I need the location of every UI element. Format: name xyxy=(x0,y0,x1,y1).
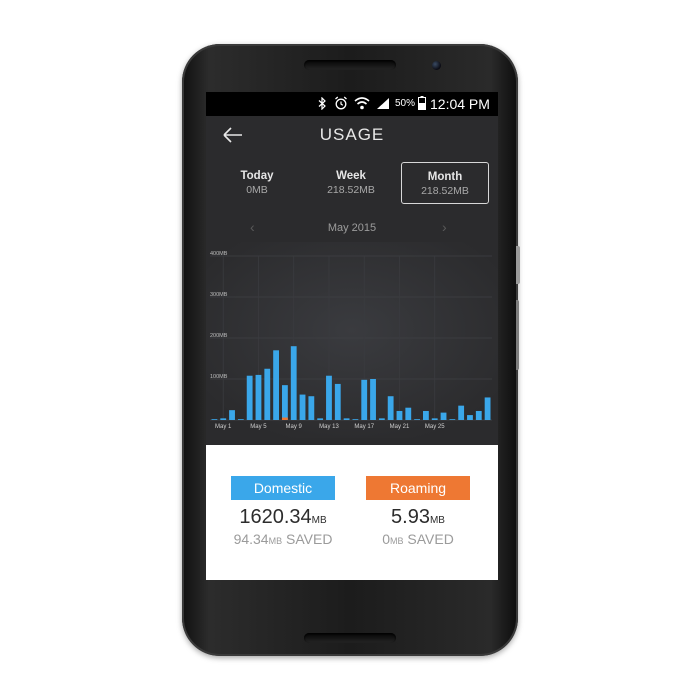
bluetooth-icon xyxy=(318,97,326,110)
tab-value: 218.52MB xyxy=(421,185,469,197)
y-tick-label: 100MB xyxy=(210,374,228,380)
usage-bar xyxy=(475,410,482,420)
tab-label: Today xyxy=(240,170,274,182)
clock: 12:04 PM xyxy=(430,96,490,112)
period-navigator: ‹ May 2015 › xyxy=(206,218,498,238)
x-tick-label: May 5 xyxy=(250,424,267,430)
y-tick-label: 300MB xyxy=(210,292,228,298)
front-camera xyxy=(432,61,441,70)
tab-month[interactable]: Month 218.52MB xyxy=(401,162,489,204)
tab-value: 218.52MB xyxy=(327,184,375,196)
usage-bar xyxy=(449,419,456,420)
usage-bar xyxy=(396,410,403,420)
usage-bar xyxy=(458,405,465,420)
roaming-saved-suffix: SAVED xyxy=(407,531,454,547)
battery-percent: 50% xyxy=(395,98,416,109)
domestic-badge: Domestic xyxy=(231,476,335,500)
period-tabs: Today 0MB Week 218.52MB Month 218.52MB xyxy=(206,160,498,208)
usage-bar xyxy=(326,375,332,420)
tab-value: 0MB xyxy=(246,184,268,196)
tab-week[interactable]: Week 218.52MB xyxy=(308,162,394,202)
power-button xyxy=(516,246,520,284)
page-title: USAGE xyxy=(319,125,385,144)
volume-rocker xyxy=(516,300,519,370)
chevron-right-icon[interactable]: › xyxy=(442,219,447,235)
usage-bar xyxy=(281,417,288,420)
domestic-amount-unit: MB xyxy=(311,515,327,526)
battery-icon xyxy=(418,96,426,110)
usage-bar xyxy=(273,350,280,420)
usage-bar xyxy=(290,346,297,420)
usage-bar xyxy=(467,415,473,420)
usage-bar xyxy=(255,374,262,420)
roaming-amount-unit: MB xyxy=(429,515,445,526)
bottom-speaker xyxy=(304,633,396,643)
signal-icon xyxy=(377,98,389,109)
y-tick-label: 200MB xyxy=(210,333,228,339)
alarm-icon xyxy=(335,96,347,110)
earpiece-speaker xyxy=(304,60,396,70)
usage-bar xyxy=(334,383,341,420)
usage-bar xyxy=(229,410,235,420)
domestic-saved-value: 94.34 xyxy=(233,531,269,547)
x-tick-label: May 1 xyxy=(215,424,232,430)
y-tick-label: 400MB xyxy=(210,251,228,257)
roaming-saved: 0MB SAVED xyxy=(343,531,493,547)
app-screen: 50% 12:04 PM USAGE Today 0MB Week 218.52… xyxy=(206,92,498,580)
domestic-saved-suffix: SAVED xyxy=(286,531,333,547)
usage-bar xyxy=(237,419,244,420)
usage-bar xyxy=(299,394,306,420)
usage-bar xyxy=(281,385,288,420)
usage-bar xyxy=(484,397,491,420)
usage-bar xyxy=(422,410,429,420)
usage-bar xyxy=(343,418,350,420)
status-bar: 50% 12:04 PM xyxy=(206,92,498,116)
usage-bar xyxy=(361,379,368,420)
usage-bar xyxy=(211,419,218,420)
usage-bar xyxy=(246,375,253,420)
app-bar: USAGE xyxy=(206,116,498,154)
x-tick-label: May 21 xyxy=(390,424,410,430)
usage-bar xyxy=(405,407,412,420)
domestic-saved: 94.34MB SAVED xyxy=(208,531,358,547)
usage-bar xyxy=(308,396,315,420)
roaming-saved-value: 0 xyxy=(382,531,390,547)
roaming-amount-value: 5.93 xyxy=(391,506,430,528)
x-tick-label: May 25 xyxy=(425,424,445,430)
x-tick-label: May 13 xyxy=(319,424,339,430)
x-tick-label: May 17 xyxy=(354,424,374,430)
tab-today[interactable]: Today 0MB xyxy=(214,162,300,202)
usage-bar xyxy=(352,419,359,420)
tab-label: Week xyxy=(336,170,366,182)
usage-bar xyxy=(370,379,376,420)
roaming-saved-unit: MB xyxy=(389,536,404,546)
domestic-saved-unit: MB xyxy=(268,536,283,546)
wifi-icon xyxy=(354,97,370,110)
usage-bar xyxy=(431,418,438,420)
usage-bar xyxy=(414,419,421,420)
usage-bar xyxy=(378,418,385,420)
period-label: May 2015 xyxy=(327,222,377,234)
usage-summary: Domestic Roaming 1620.34MB 5.93MB 94.34M… xyxy=(206,445,498,580)
usage-bar xyxy=(220,418,227,420)
roaming-badge: Roaming xyxy=(366,476,470,500)
x-tick-label: May 9 xyxy=(286,424,303,430)
domestic-amount-value: 1620.34 xyxy=(239,506,312,528)
usage-bar xyxy=(387,396,394,420)
domestic-amount: 1620.34MB xyxy=(213,506,353,529)
usage-bar xyxy=(264,368,271,420)
tab-label: Month xyxy=(427,171,463,183)
usage-bar xyxy=(317,418,324,420)
usage-bar xyxy=(440,412,447,420)
usage-bar-chart: 400MB 300MB 200MB 100MB May 1 May 5 May 9 May 1… xyxy=(206,242,498,438)
roaming-amount: 5.93MB xyxy=(348,506,488,529)
